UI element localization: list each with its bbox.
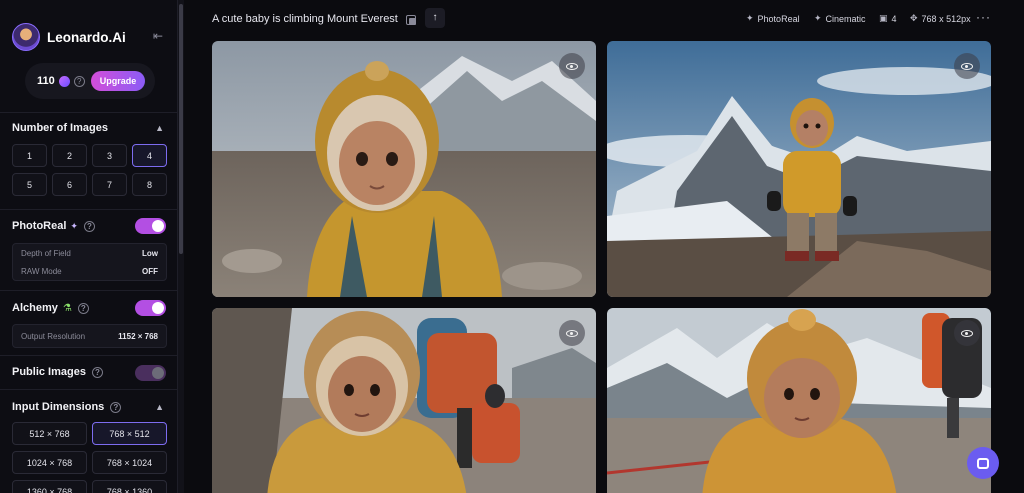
number-of-images-title: Number of Images [12, 122, 108, 134]
generated-image-2[interactable] [607, 41, 991, 297]
brand: Leonardo.Ai ⇤ [12, 22, 168, 52]
image-3-picture [212, 308, 596, 493]
depth-of-field-row[interactable]: Depth of Field Low [21, 244, 158, 262]
eye-icon[interactable] [559, 320, 585, 346]
image-count: ▣ 4 [879, 13, 897, 24]
raw-mode-value: OFF [142, 266, 158, 276]
input-dimensions-title: Input Dimensions ? [12, 401, 122, 413]
dimension-option[interactable]: 512 × 768 [12, 422, 87, 445]
alchemy-title: Alchemy ⚗ ? [12, 302, 89, 314]
dimension-option[interactable]: 1360 × 768 [12, 480, 87, 493]
input-dimensions-grid: 512 × 768 768 × 512 1024 × 768 768 × 102… [12, 422, 167, 493]
number-of-images-grid: 1 2 3 4 5 6 7 8 [12, 144, 167, 196]
scroll-thumb[interactable] [179, 4, 183, 254]
images-option-3[interactable]: 3 [92, 144, 127, 167]
sidebar: Leonardo.Ai ⇤ 110 ? Upgrade Number of Im… [0, 0, 178, 493]
tag-cinematic-label: Cinematic [825, 13, 866, 24]
help-icon[interactable]: ? [73, 75, 85, 87]
dimension-option[interactable]: 768 × 1360 [92, 480, 167, 493]
prompt-text: A cute baby is climbing Mount Everest [212, 13, 398, 25]
arrow-up-icon[interactable]: ↑ [425, 8, 445, 28]
divider [0, 209, 177, 210]
generation-header: A cute baby is climbing Mount Everest ↑ … [184, 0, 1024, 38]
images-option-6[interactable]: 6 [52, 173, 87, 196]
output-resolution-value: 1152 × 768 [118, 331, 158, 341]
divider [0, 112, 177, 113]
help-icon[interactable]: ? [77, 302, 89, 314]
chat-icon[interactable] [967, 447, 999, 479]
images-option-8[interactable]: 8 [132, 173, 167, 196]
copy-icon[interactable] [406, 15, 416, 25]
photoreal-toggle[interactable] [135, 218, 166, 234]
generated-image-3[interactable] [212, 308, 596, 493]
help-icon[interactable]: ? [91, 366, 103, 378]
alchemy-settings-panel: Output Resolution 1152 × 768 [12, 324, 167, 348]
more-icon[interactable]: ··· [976, 10, 991, 24]
help-icon[interactable]: ? [83, 220, 95, 232]
chevron-up-icon[interactable]: ▲ [155, 402, 164, 412]
image-4-picture [607, 308, 991, 493]
eye-icon[interactable] [559, 53, 585, 79]
dimension-option[interactable]: 768 × 1024 [92, 451, 167, 474]
tag-photoreal: ✦ PhotoReal [746, 13, 800, 24]
sparkle-icon: ✦ [814, 13, 822, 23]
public-images-label: Public Images [12, 366, 86, 378]
help-icon[interactable]: ? [110, 401, 122, 413]
images-option-7[interactable]: 7 [92, 173, 127, 196]
sidebar-scrollbar[interactable] [178, 0, 184, 493]
sparkle-icon: ✦ [746, 13, 754, 23]
image-2-picture [607, 41, 991, 297]
potion-icon: ⚗ [62, 302, 72, 314]
divider [0, 290, 177, 291]
eye-icon[interactable] [954, 320, 980, 346]
photoreal-label: PhotoReal [12, 220, 67, 232]
images-option-5[interactable]: 5 [12, 173, 47, 196]
eye-icon[interactable] [954, 53, 980, 79]
token-count: 110 [37, 75, 55, 87]
alchemy-toggle[interactable] [135, 300, 166, 316]
photoreal-title: PhotoReal ✦ ? [12, 220, 95, 232]
raw-mode-row[interactable]: RAW Mode OFF [21, 262, 158, 280]
brand-name: Leonardo.Ai [47, 29, 126, 45]
dimension-option[interactable]: 768 × 512 [92, 422, 167, 445]
public-images-toggle[interactable] [135, 365, 166, 381]
token-balance: 110 ? Upgrade [25, 63, 155, 99]
depth-of-field-value: Low [142, 248, 158, 258]
generated-image-4[interactable] [607, 308, 991, 493]
divider [0, 355, 177, 356]
photoreal-settings-panel: Depth of Field Low RAW Mode OFF [12, 243, 167, 281]
output-resolution-label: Output Resolution [21, 331, 86, 341]
images-option-2[interactable]: 2 [52, 144, 87, 167]
tag-cinematic: ✦ Cinematic [814, 13, 866, 24]
image-count-value: 4 [891, 13, 897, 24]
divider [0, 389, 177, 390]
collapse-sidebar-icon[interactable]: ⇤ [150, 29, 166, 43]
token-icon [58, 75, 70, 87]
move-icon: ✥ [910, 13, 918, 23]
dimension-option[interactable]: 1024 × 768 [12, 451, 87, 474]
upgrade-button[interactable]: Upgrade [90, 71, 146, 91]
image-dimensions: ✥ 768 x 512px [910, 13, 971, 24]
depth-of-field-label: Depth of Field [21, 248, 71, 258]
public-images-title: Public Images ? [12, 366, 103, 378]
images-option-4[interactable]: 4 [132, 144, 167, 167]
generated-image-1[interactable] [212, 41, 596, 297]
output-resolution-row[interactable]: Output Resolution 1152 × 768 [21, 325, 158, 347]
camera-icon: ▣ [879, 13, 888, 23]
chevron-up-icon[interactable]: ▲ [155, 123, 164, 133]
leonardo-logo[interactable] [12, 23, 40, 51]
input-dimensions-label: Input Dimensions [12, 401, 105, 413]
raw-mode-label: RAW Mode [21, 266, 62, 276]
sparkle-icon: ✦ [70, 220, 78, 231]
alchemy-label: Alchemy [12, 302, 58, 314]
tag-photoreal-label: PhotoReal [757, 13, 800, 24]
images-option-1[interactable]: 1 [12, 144, 47, 167]
image-dimensions-value: 768 x 512px [921, 13, 971, 24]
image-1-picture [212, 41, 596, 297]
